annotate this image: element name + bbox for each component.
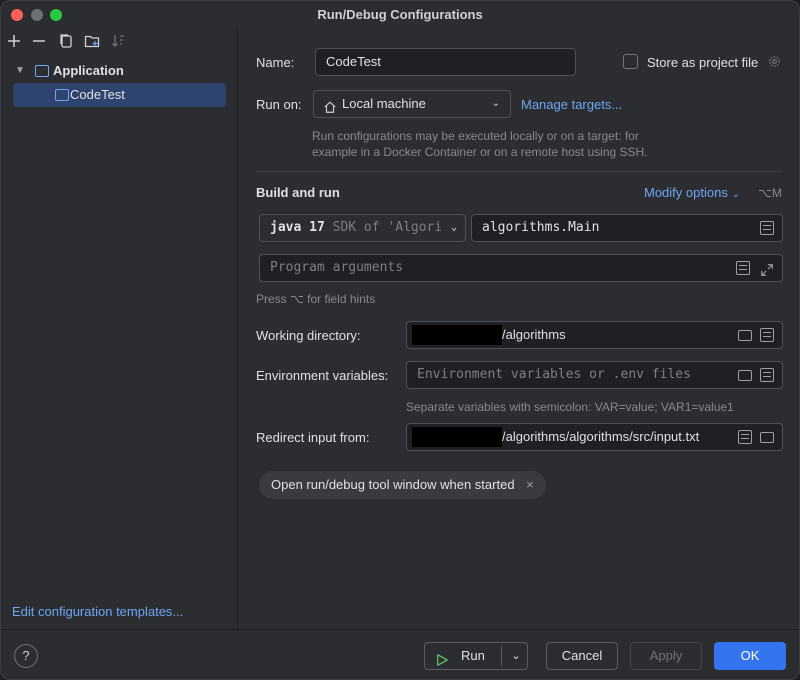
configurations-sidebar: ▼ Application CodeTest Edit configuratio… (1, 29, 238, 629)
redirect-input-value: /algorithms/algorithms/src/input.txt (502, 429, 700, 444)
jdk-dropdown[interactable]: java 17 SDK of 'Algori ⌄ (259, 214, 466, 242)
environment-variables-hint: Separate variables with semicolon: VAR=v… (406, 400, 734, 414)
program-arguments-placeholder: Program arguments (270, 260, 404, 275)
manage-targets-link[interactable]: Manage targets... (521, 97, 622, 112)
copy-icon[interactable] (57, 33, 75, 51)
window-title: Run/Debug Configurations (317, 7, 483, 22)
program-arguments-input[interactable]: Program arguments (259, 254, 783, 282)
modify-options-label: Modify options (644, 185, 728, 200)
gear-icon[interactable] (767, 54, 782, 69)
title-bar: Run/Debug Configurations (1, 1, 799, 29)
main-class-input[interactable]: algorithms.Main (471, 214, 783, 242)
insert-macro-icon[interactable] (760, 328, 774, 342)
insert-macro-icon[interactable] (738, 430, 752, 444)
remove-icon[interactable] (30, 33, 48, 51)
play-icon[interactable] (435, 650, 449, 666)
chevron-down-icon: ⌄ (491, 98, 500, 109)
divider (501, 646, 502, 666)
redirect-input-field[interactable]: /algorithms/algorithms/src/input.txt (406, 423, 783, 451)
home-icon (323, 97, 337, 113)
environment-variables-label: Environment variables: (256, 368, 389, 383)
tree-item-codetest[interactable]: CodeTest (13, 83, 226, 107)
main-class-value: algorithms.Main (482, 220, 600, 235)
working-directory-label: Working directory: (256, 328, 361, 343)
browse-class-icon[interactable] (760, 221, 774, 235)
sort-icon[interactable] (109, 33, 127, 51)
working-directory-input[interactable]: /algorithms (406, 321, 783, 349)
build-and-run-heading: Build and run (256, 185, 340, 200)
redacted-path (412, 325, 502, 345)
apply-button[interactable]: Apply (630, 642, 702, 670)
field-hints-text: Press ⌥ for field hints (256, 292, 376, 306)
run-on-label: Run on: (256, 97, 302, 112)
name-input[interactable]: CodeTest (315, 48, 576, 76)
run-on-value: Local machine (342, 96, 426, 111)
sidebar-toolbar (1, 29, 237, 55)
chevron-down-icon[interactable]: ▼ (15, 59, 25, 83)
modify-options-shortcut: ⌥M (758, 186, 782, 200)
run-on-hint-line-1: Run configurations may be executed local… (312, 129, 639, 143)
help-button[interactable]: ? (14, 644, 38, 668)
environment-variables-placeholder: Environment variables or .env files (417, 367, 691, 382)
run-on-hint-line-2: example in a Docker Container or on a re… (312, 145, 648, 159)
expand-icon[interactable] (760, 261, 774, 276)
jdk-version: java 17 (270, 220, 325, 235)
modify-options-link[interactable]: Modify options ⌄ (644, 185, 740, 200)
close-icon[interactable]: × (526, 477, 534, 492)
run-button-group: Run ⌄ (424, 642, 528, 670)
environment-variables-input[interactable]: Environment variables or .env files (406, 361, 783, 389)
application-icon (55, 89, 69, 101)
divider (256, 171, 783, 172)
jdk-description: SDK of 'Algori (332, 220, 443, 235)
folder-icon[interactable] (760, 432, 774, 443)
run-on-dropdown[interactable]: Local machine ⌄ (313, 90, 511, 118)
edit-configuration-templates-link[interactable]: Edit configuration templates... (12, 604, 183, 619)
chevron-down-icon: ⌄ (731, 189, 740, 200)
open-tool-window-label: Open run/debug tool window when started (271, 477, 515, 492)
expand-text-icon[interactable] (736, 261, 750, 275)
ok-button[interactable]: OK (714, 642, 786, 670)
run-options-chevron-icon[interactable]: ⌄ (505, 643, 527, 669)
add-icon[interactable] (5, 33, 23, 51)
folder-icon[interactable] (738, 330, 752, 341)
folder-icon[interactable] (738, 370, 752, 381)
name-label: Name: (256, 55, 295, 70)
working-directory-value: /algorithms (502, 327, 566, 342)
cancel-button[interactable]: Cancel (546, 642, 618, 670)
run-debug-dialog: Run/Debug Configurations ▼ Application C… (0, 0, 800, 680)
tree-item-label: Application (53, 63, 124, 78)
dialog-footer: ? Run ⌄ Cancel Apply OK (1, 629, 799, 679)
tree-item-application[interactable]: ▼ Application (13, 59, 227, 83)
edit-variables-icon[interactable] (760, 368, 774, 382)
configuration-form: Name: CodeTest Store as project file Run… (239, 29, 799, 629)
application-icon (35, 65, 49, 77)
open-tool-window-chip[interactable]: Open run/debug tool window when started … (259, 471, 546, 499)
store-project-file-label: Store as project file (647, 55, 759, 70)
new-folder-icon[interactable] (83, 33, 101, 51)
chevron-down-icon: ⌄ (448, 215, 457, 241)
run-button[interactable]: Run (461, 643, 485, 669)
tree-item-label: CodeTest (70, 87, 125, 102)
store-project-file-checkbox[interactable] (623, 54, 638, 69)
redirect-input-label: Redirect input from: (256, 430, 370, 445)
redacted-path (412, 427, 502, 447)
